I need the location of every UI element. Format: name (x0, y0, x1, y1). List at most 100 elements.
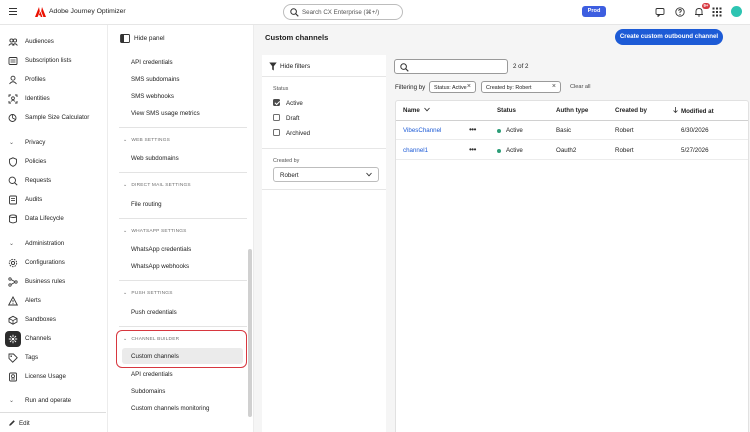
more-actions-icon[interactable]: ••• (469, 125, 476, 134)
nav-item-audiences[interactable]: Audiences (0, 34, 106, 50)
channel-search-input[interactable] (394, 59, 508, 74)
channels-table: Name Status Authn type Created by Modifi… (395, 100, 749, 432)
nav-label: Profiles (25, 76, 46, 83)
profiles-icon (9, 75, 17, 85)
status-draft-checkbox[interactable] (273, 114, 280, 121)
nav-edit-button[interactable]: Edit (0, 416, 106, 432)
status-active-checkbox[interactable] (273, 99, 280, 106)
nav-item-requests[interactable]: Requests (0, 173, 106, 189)
create-custom-channel-button[interactable]: Create custom outbound channel (615, 29, 723, 45)
column-header-name[interactable]: Name (403, 107, 430, 114)
nav-section-administration[interactable]: ⌄ Administration (0, 236, 106, 252)
nav-item-sandboxes[interactable]: Sandboxes (0, 312, 106, 328)
nav-item-profiles[interactable]: Profiles (0, 72, 106, 88)
filter-icon (269, 62, 277, 71)
nav-item-data-lifecycle[interactable]: Data Lifecycle (0, 211, 106, 227)
table-row[interactable]: VibesChannel ••• Active Basic Robert 6/3… (396, 121, 748, 140)
table-row[interactable]: channel1 ••• Active Oauth2 Robert 5/27/2… (396, 141, 748, 160)
nav-item-sample-size-calculator[interactable]: Sample Size Calculator (0, 110, 106, 126)
nav-item-channels[interactable]: Channels (0, 331, 106, 347)
chevron-down-icon: ⌄ (123, 290, 128, 296)
nav-label: License Usage (25, 373, 66, 380)
hide-panel-button[interactable]: Hide panel (120, 34, 165, 45)
audiences-icon (8, 38, 18, 46)
nav-item-business-rules[interactable]: Business rules (0, 274, 106, 290)
menu-icon[interactable] (9, 8, 17, 16)
nav-item-license-usage[interactable]: License Usage (0, 369, 106, 385)
section-heading-web[interactable]: ⌄ WEB SETTINGS (123, 137, 170, 143)
settings-item-builder-api-credentials[interactable]: API credentials (131, 371, 173, 378)
settings-item-sms-webhooks[interactable]: SMS webhooks (131, 93, 174, 100)
column-header-modified-at[interactable]: Modified at (673, 107, 714, 115)
filter-tag-status[interactable]: Status: Active × (429, 81, 476, 93)
nav-item-configurations[interactable]: Configurations (0, 255, 106, 271)
environment-badge[interactable]: Prod (582, 6, 606, 17)
column-header-authn-type[interactable]: Authn type (556, 107, 588, 114)
nav-section-run-and-operate[interactable]: ⌄ Run and operate (0, 393, 106, 409)
chevron-down-icon: ⌄ (9, 241, 15, 247)
filtering-by-label: Filtering by (395, 84, 426, 91)
nav-label: Configurations (25, 259, 65, 266)
status-active-label: Active (286, 100, 303, 107)
highlight-box (116, 330, 247, 368)
main-content: Custom channels Create custom outbound c… (254, 25, 750, 432)
user-avatar[interactable] (731, 6, 742, 17)
help-icon[interactable] (675, 7, 685, 17)
more-actions-icon[interactable]: ••• (469, 145, 476, 154)
hide-filters-label: Hide filters (280, 63, 311, 70)
feedback-icon[interactable] (655, 7, 665, 17)
settings-item-whatsapp-webhooks[interactable]: WhatsApp webhooks (131, 263, 189, 270)
app-title: Adobe Journey Optimizer (49, 8, 126, 15)
section-heading-direct-mail[interactable]: ⌄ DIRECT MAIL SETTINGS (123, 182, 191, 188)
created-by-dropdown[interactable]: Robert (273, 167, 379, 182)
settings-item-sms-usage-metrics[interactable]: View SMS usage metrics (131, 110, 200, 117)
nav-item-audits[interactable]: Audits (0, 192, 106, 208)
settings-item-builder-subdomains[interactable]: Subdomains (131, 388, 165, 395)
business-rules-icon (8, 277, 18, 287)
settings-item-sms-api-credentials[interactable]: API credentials (131, 59, 173, 66)
settings-item-file-routing[interactable]: File routing (131, 201, 162, 208)
global-search-input[interactable]: Search CX Enterprise (⌘+/) (283, 4, 403, 20)
settings-item-custom-channels-monitoring[interactable]: Custom channels monitoring (131, 405, 209, 412)
nav-section-label: Privacy (25, 139, 46, 146)
close-icon[interactable]: × (552, 83, 556, 90)
settings-item-whatsapp-credentials[interactable]: WhatsApp credentials (131, 246, 191, 253)
status-value: Active (506, 147, 523, 154)
section-heading-push[interactable]: ⌄ PUSH SETTINGS (123, 290, 173, 296)
audits-icon (9, 195, 17, 205)
settings-item-push-credentials[interactable]: Push credentials (131, 309, 177, 316)
filter-panel: Hide filters Status Active Draft Archive… (262, 55, 386, 432)
app-switcher-icon[interactable] (712, 7, 722, 17)
status-filter-label: Status (273, 86, 289, 92)
status-archived-checkbox[interactable] (273, 129, 280, 136)
nav-section-privacy[interactable]: ⌄ Privacy (0, 135, 106, 151)
divider (119, 280, 247, 281)
divider (262, 189, 386, 190)
modified-at-value: 5/27/2026 (681, 147, 709, 154)
divider (119, 326, 247, 327)
nav-item-policies[interactable]: Policies (0, 154, 106, 170)
nav-item-subscription-lists[interactable]: Subscription lists (0, 53, 106, 69)
clear-all-button[interactable]: Clear all (570, 84, 591, 90)
scrollbar[interactable] (248, 249, 252, 417)
calculator-icon (8, 114, 17, 122)
nav-divider (0, 412, 106, 413)
close-icon[interactable]: × (467, 83, 471, 90)
created-by-value: Robert (615, 147, 634, 154)
channel-name-link[interactable]: VibesChannel (403, 127, 441, 134)
settings-item-sms-subdomains[interactable]: SMS subdomains (131, 76, 180, 83)
column-header-status[interactable]: Status (497, 107, 516, 114)
section-heading-whatsapp[interactable]: ⌄ WHATSAPP SETTINGS (123, 228, 187, 234)
nav-item-tags[interactable]: Tags (0, 350, 106, 366)
settings-item-web-subdomains[interactable]: Web subdomains (131, 155, 179, 162)
divider (119, 218, 247, 219)
channel-name-link[interactable]: channel1 (403, 147, 428, 154)
modified-at-value: 6/30/2026 (681, 127, 709, 134)
nav-item-alerts[interactable]: Alerts (0, 293, 106, 309)
column-header-created-by[interactable]: Created by (615, 107, 647, 114)
nav-item-identities[interactable]: Identities (0, 91, 106, 107)
requests-icon (8, 176, 18, 186)
hide-filters-button[interactable]: Hide filters (269, 62, 310, 73)
data-lifecycle-icon (9, 214, 17, 224)
filter-tag-created-by[interactable]: Created by: Robert × (481, 81, 561, 93)
